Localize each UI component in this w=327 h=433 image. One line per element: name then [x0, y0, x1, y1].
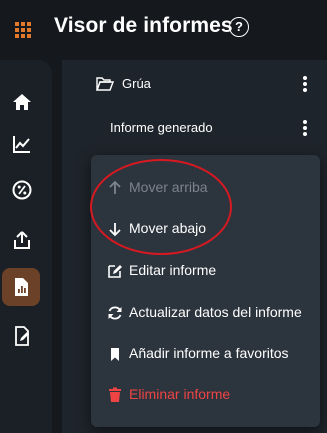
trash-icon [109, 387, 121, 402]
edit-icon [108, 265, 122, 278]
more-options-icon[interactable] [302, 120, 308, 136]
edit-document-icon [15, 326, 29, 346]
nav-share[interactable] [4, 222, 40, 258]
menu-item-label: Editar informe [129, 262, 217, 278]
refresh-icon [108, 306, 122, 320]
apps-grid-icon[interactable] [15, 22, 31, 38]
menu-item-label: Mover abajo [129, 220, 207, 236]
nav-percent[interactable] [4, 172, 40, 208]
more-options-icon[interactable] [302, 76, 308, 92]
nav-reports[interactable] [2, 268, 40, 306]
menu-item-label: Mover arriba [129, 179, 208, 195]
percent-icon [12, 180, 32, 200]
sidebar-nav [0, 60, 52, 433]
bookmark-icon [111, 348, 119, 361]
menu-item-label: Actualizar datos del informe [129, 304, 302, 320]
menu-item-add-favorite[interactable]: Añadir informe a favoritos [91, 337, 320, 371]
line-chart-icon [13, 136, 30, 153]
arrow-down-icon [109, 223, 121, 237]
nav-home[interactable] [4, 84, 40, 120]
arrow-up-icon [109, 180, 121, 194]
report-icon [15, 278, 28, 296]
menu-item-edit-report[interactable]: Editar informe [91, 254, 320, 288]
report-label: Informe generado [110, 120, 213, 135]
menu-item-move-down[interactable]: Mover abajo [91, 212, 320, 246]
menu-item-label: Añadir informe a favoritos [129, 345, 289, 361]
share-icon [14, 231, 30, 249]
list-item-folder[interactable]: Grúa [62, 64, 327, 104]
home-icon [13, 94, 31, 110]
folder-label: Grúa [122, 76, 151, 91]
context-menu: Mover arriba Mover abajo Editar informe … [91, 155, 320, 427]
menu-item-move-up[interactable]: Mover arriba [91, 171, 320, 205]
nav-edit-report[interactable] [4, 318, 40, 354]
menu-item-delete-report[interactable]: Eliminar informe [91, 378, 320, 412]
menu-item-label: Eliminar informe [129, 386, 231, 402]
list-item-report[interactable]: Informe generado [62, 108, 327, 148]
help-icon[interactable]: ? [229, 17, 249, 37]
app-header: Visor de informes ? [0, 0, 327, 58]
nav-analytics[interactable] [4, 126, 40, 162]
menu-item-refresh-data[interactable]: Actualizar datos del informe [91, 296, 320, 330]
folder-open-icon [96, 77, 114, 91]
app-title: Visor de informes [54, 14, 233, 37]
